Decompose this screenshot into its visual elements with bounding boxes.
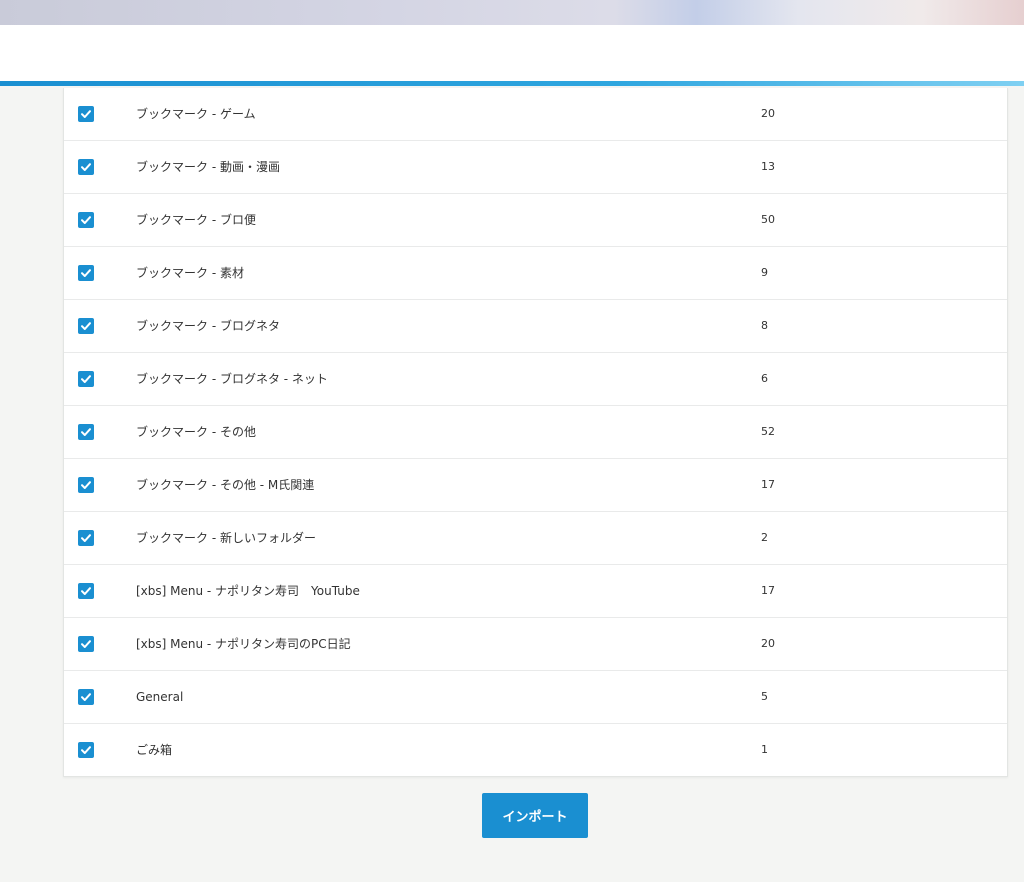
- bookmark-count: 1: [761, 743, 768, 756]
- folder-name: [xbs] Menu - ナポリタン寿司のPC日記: [136, 637, 351, 651]
- bookmark-count: 20: [761, 107, 775, 120]
- folder-row[interactable]: [xbs] Menu - ナポリタン寿司 YouTube 17: [64, 565, 1007, 618]
- folder-name: ブックマーク - ブログネタ - ネット: [136, 372, 328, 386]
- folder-row[interactable]: ごみ箱 1: [64, 724, 1007, 776]
- folder-name: ブックマーク - ブロ便: [136, 213, 256, 227]
- folder-checkbox[interactable]: [78, 742, 94, 758]
- bookmark-count: 6: [761, 372, 768, 385]
- bookmark-count: 13: [761, 160, 775, 173]
- bookmark-count: 5: [761, 690, 768, 703]
- bookmark-count: 17: [761, 584, 775, 597]
- folder-checkbox[interactable]: [78, 583, 94, 599]
- folder-row[interactable]: ブックマーク - その他 - M氏関連 17: [64, 459, 1007, 512]
- folder-checkbox[interactable]: [78, 159, 94, 175]
- folder-row[interactable]: General 5: [64, 671, 1007, 724]
- folder-name: ブックマーク - ブログネタ: [136, 319, 280, 333]
- folder-checkbox[interactable]: [78, 424, 94, 440]
- checkmark-icon: [81, 693, 91, 701]
- folder-checkbox[interactable]: [78, 477, 94, 493]
- checkmark-icon: [81, 534, 91, 542]
- folder-row[interactable]: ブックマーク - ゲーム 20: [64, 88, 1007, 141]
- bookmark-count: 2: [761, 531, 768, 544]
- bookmark-count: 17: [761, 478, 775, 491]
- header-banner-image: [0, 0, 1024, 25]
- folder-checkbox[interactable]: [78, 371, 94, 387]
- folder-name: ブックマーク - 素材: [136, 266, 244, 280]
- folder-row[interactable]: ブックマーク - 新しいフォルダー 2: [64, 512, 1007, 565]
- bookmark-count: 52: [761, 425, 775, 438]
- folder-name: ブックマーク - ゲーム: [136, 107, 256, 121]
- folder-row[interactable]: ブックマーク - 素材 9: [64, 247, 1007, 300]
- folder-row[interactable]: ブックマーク - 動画・漫画 13: [64, 141, 1007, 194]
- folder-checkbox[interactable]: [78, 530, 94, 546]
- folder-row[interactable]: [xbs] Menu - ナポリタン寿司のPC日記 20: [64, 618, 1007, 671]
- folder-name: ブックマーク - その他 - M氏関連: [136, 478, 315, 492]
- checkmark-icon: [81, 640, 91, 648]
- checkmark-icon: [81, 587, 91, 595]
- folder-checkbox[interactable]: [78, 318, 94, 334]
- folder-checkbox[interactable]: [78, 106, 94, 122]
- folder-row[interactable]: ブックマーク - ブロ便 50: [64, 194, 1007, 247]
- checkmark-icon: [81, 163, 91, 171]
- bookmark-count: 8: [761, 319, 768, 332]
- checkmark-icon: [81, 269, 91, 277]
- accent-divider: [0, 81, 1024, 86]
- checkmark-icon: [81, 481, 91, 489]
- import-button[interactable]: インポート: [482, 793, 588, 838]
- checkmark-icon: [81, 216, 91, 224]
- checkmark-icon: [81, 375, 91, 383]
- folder-name: ブックマーク - その他: [136, 425, 256, 439]
- checkmark-icon: [81, 110, 91, 118]
- checkmark-icon: [81, 428, 91, 436]
- folder-name: ブックマーク - 動画・漫画: [136, 160, 280, 174]
- folder-name: General: [136, 690, 184, 704]
- bookmark-count: 9: [761, 266, 768, 279]
- folder-row[interactable]: ブックマーク - その他 52: [64, 406, 1007, 459]
- folder-checkbox[interactable]: [78, 689, 94, 705]
- folder-row[interactable]: ブックマーク - ブログネタ - ネット 6: [64, 353, 1007, 406]
- folder-name: ごみ箱: [136, 743, 173, 757]
- bookmark-count: 20: [761, 637, 775, 650]
- folder-name: [xbs] Menu - ナポリタン寿司 YouTube: [136, 584, 360, 598]
- checkmark-icon: [81, 746, 91, 754]
- folder-name: ブックマーク - 新しいフォルダー: [136, 531, 316, 545]
- checkmark-icon: [81, 322, 91, 330]
- bookmark-count: 50: [761, 213, 775, 226]
- folder-row[interactable]: ブックマーク - ブログネタ 8: [64, 300, 1007, 353]
- folder-checkbox[interactable]: [78, 265, 94, 281]
- folder-list: ブックマーク - ゲーム 20 ブックマーク - 動画・漫画 13 ブックマーク…: [63, 88, 1008, 777]
- folder-checkbox[interactable]: [78, 212, 94, 228]
- header-bar: [0, 25, 1024, 81]
- folder-checkbox[interactable]: [78, 636, 94, 652]
